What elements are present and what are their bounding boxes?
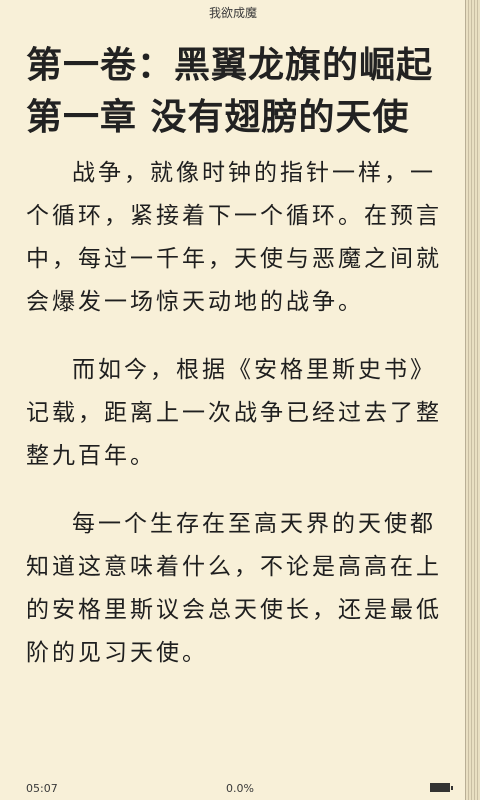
battery-icon [430, 783, 453, 792]
reader-header: 我欲成魔 [0, 0, 466, 26]
page-stack-edge [465, 0, 480, 800]
reading-progress: 0.0% [226, 782, 254, 795]
reader-footer: 05:07 0.0% [0, 774, 466, 800]
paragraph: 战争，就像时钟的指针一样，一个循环，紧接着下一个循环。在预言中，每过一千年，天使… [26, 160, 442, 315]
clock-time: 05:07 [26, 782, 58, 795]
chapter-title: 第一卷：黑翼龙旗的崛起 第一章 没有翅膀的天使 [26, 45, 434, 138]
paragraph: 而如今，根据《安格里斯史书》记载，距离上一次战争已经过去了整整九百年。 [26, 357, 442, 469]
book-title: 我欲成魔 [208, 6, 257, 20]
paragraph: 每一个生存在至高天界的天使都知道这意味着什么，不论是高高在上的安格里斯议会总天使… [26, 511, 442, 666]
reader-content[interactable]: 第一卷：黑翼龙旗的崛起 第一章 没有翅膀的天使 战争，就像时钟的指针一样，一个循… [26, 40, 454, 700]
